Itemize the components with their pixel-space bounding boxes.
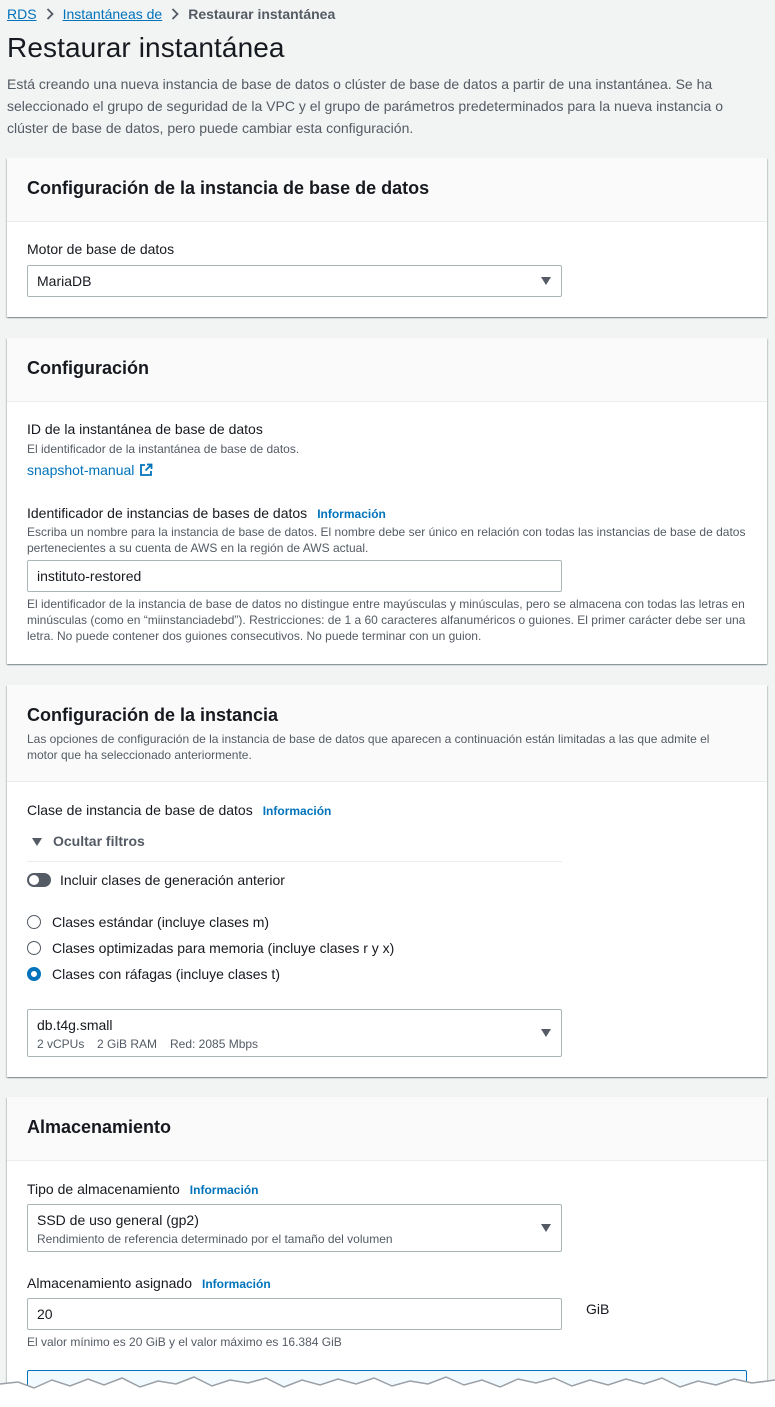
include-previous-label: Incluir clases de generación anterior [60, 872, 285, 888]
instance-class-label: Clase de instancia de base de datos Infor… [27, 802, 331, 818]
caret-down-icon [541, 1224, 551, 1232]
instance-config-panel: Configuración de la instancia Las opcion… [7, 685, 767, 1077]
torn-edge-decoration [0, 1376, 775, 1407]
info-link[interactable]: Información [263, 804, 332, 818]
radio-button[interactable] [27, 941, 41, 955]
instance-class-select[interactable]: db.t4g.small 2 vCPUs 2 GiB RAM Red: 2085… [27, 1009, 562, 1057]
storage-type-label: Tipo de almacenamiento Información [27, 1181, 258, 1197]
chevron-right-icon [37, 8, 63, 20]
storage-type-label-text: Tipo de almacenamiento [27, 1181, 180, 1197]
instance-id-description: Escriba un nombre para la instancia de b… [27, 525, 746, 555]
hide-filters-expander[interactable]: Ocultar filtros [27, 833, 562, 862]
radio-label: Clases con ráfagas (incluye clases t) [52, 966, 280, 982]
instance-class-vcpu: 2 vCPUs [37, 1037, 85, 1051]
toggle-knob [29, 875, 39, 885]
instance-class-label-text: Clase de instancia de base de datos [27, 802, 253, 818]
toggle-switch[interactable] [27, 873, 51, 887]
info-link[interactable]: Información [317, 507, 386, 521]
storage-unit: GiB [586, 1301, 610, 1317]
allocated-storage-hint: El valor mínimo es 20 GiB y el valor máx… [27, 1335, 342, 1349]
radio-label: Clases estándar (incluye clases m) [52, 914, 270, 930]
page-description: Está creando una nueva instancia de base… [7, 76, 724, 136]
allocated-storage-label: Almacenamiento asignado Información [27, 1275, 271, 1291]
storage-type-value: SSD de uso general (gp2) [37, 1212, 199, 1228]
external-link-icon [139, 463, 153, 477]
breadcrumb-current: Restaurar instantánea [188, 6, 336, 22]
caret-down-icon [541, 1029, 551, 1037]
radio-memory-optimized-classes[interactable]: Clases optimizadas para memoria (incluye… [27, 940, 394, 956]
allocated-storage-input[interactable]: 20 [27, 1298, 562, 1330]
instance-id-constraints: El identificador de la instancia de base… [27, 597, 746, 643]
snapshot-id-description: El identificador de la instantánea de ba… [27, 442, 300, 456]
panel-header: Configuración de la instancia Las opcion… [7, 685, 767, 782]
panel-subtitle: Las opciones de configuración de la inst… [27, 732, 710, 762]
instance-class-network: Red: 2085 Mbps [170, 1037, 259, 1051]
engine-select-value: MariaDB [37, 273, 92, 289]
panel-title: Almacenamiento [27, 1117, 172, 1137]
breadcrumb-rds-link[interactable]: RDS [7, 6, 37, 22]
radio-label: Clases optimizadas para memoria (incluye… [52, 940, 395, 956]
radio-burstable-classes[interactable]: Clases con ráfagas (incluye clases t) [27, 966, 280, 982]
instance-id-label: Identificador de instancias de bases de … [27, 505, 386, 521]
panel-header: Configuración de la instancia de base de… [7, 158, 767, 222]
snapshot-id-value: snapshot-manual [27, 462, 135, 478]
storage-type-select[interactable]: SSD de uso general (gp2) Rendimiento de … [27, 1204, 562, 1252]
info-link[interactable]: Información [202, 1277, 271, 1291]
settings-panel: Configuración ID de la instantánea de ba… [7, 338, 767, 664]
instance-id-label-text: Identificador de instancias de bases de … [27, 505, 308, 521]
breadcrumb-snapshots-link[interactable]: Instantáneas de [63, 6, 163, 22]
panel-title: Configuración [27, 358, 149, 378]
engine-label: Motor de base de datos [27, 241, 175, 257]
caret-down-icon [32, 838, 42, 846]
hide-filters-label: Ocultar filtros [53, 833, 145, 849]
engine-select[interactable]: MariaDB [27, 265, 562, 297]
radio-standard-classes[interactable]: Clases estándar (incluye clases m) [27, 914, 269, 930]
instance-id-input[interactable]: instituto-restored [27, 560, 562, 592]
instance-class-value: db.t4g.small [37, 1017, 113, 1033]
radio-button[interactable] [27, 915, 41, 929]
storage-panel: Almacenamiento Tipo de almacenamiento Inf… [7, 1097, 767, 1407]
include-previous-toggle[interactable]: Incluir clases de generación anterior [27, 872, 285, 888]
panel-title: Configuración de la instancia [27, 705, 279, 725]
storage-type-description: Rendimiento de referencia determinado po… [37, 1232, 393, 1246]
breadcrumb: RDS Instantáneas de Restaurar instantáne… [7, 4, 335, 24]
page-title: Restaurar instantánea [7, 32, 285, 63]
snapshot-id-label: ID de la instantánea de base de datos [27, 421, 263, 437]
snapshot-id-link[interactable]: snapshot-manual [27, 462, 153, 478]
panel-header: Configuración [7, 338, 767, 402]
panel-title: Configuración de la instancia de base de… [27, 178, 430, 198]
info-link[interactable]: Información [190, 1183, 259, 1197]
allocated-storage-label-text: Almacenamiento asignado [27, 1275, 192, 1291]
db-instance-config-panel: Configuración de la instancia de base de… [7, 158, 767, 317]
caret-down-icon [541, 277, 551, 285]
panel-header: Almacenamiento [7, 1097, 767, 1161]
chevron-right-icon [162, 8, 188, 20]
instance-class-ram: 2 GiB RAM [97, 1037, 158, 1051]
radio-button-selected[interactable] [27, 967, 41, 981]
